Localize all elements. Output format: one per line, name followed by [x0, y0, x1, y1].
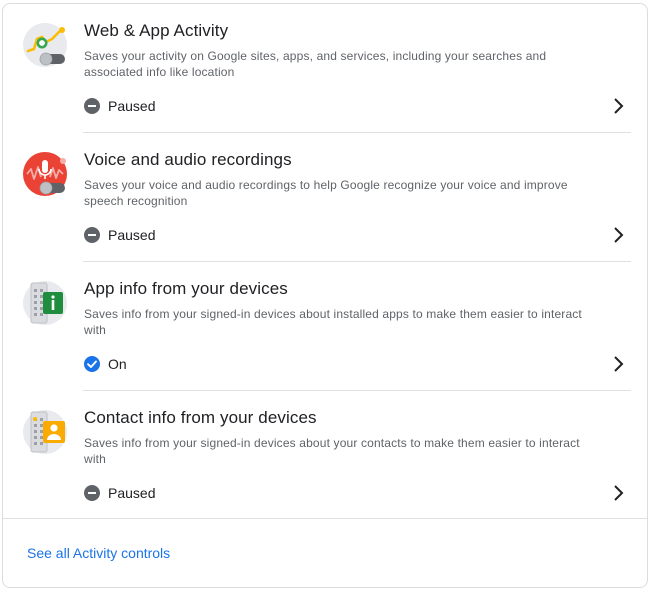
chevron-right-icon[interactable] — [609, 484, 627, 502]
web-app-activity-icon — [23, 23, 69, 69]
paused-icon — [84, 227, 100, 243]
status-indicator: On — [84, 355, 127, 373]
status-indicator: Paused — [84, 97, 155, 115]
voice-audio-icon — [23, 152, 69, 198]
item-title: Voice and audio recordings — [84, 150, 292, 169]
item-title: Web & App Activity — [84, 21, 229, 40]
paused-icon — [84, 485, 100, 501]
activity-item-voice-audio[interactable]: Voice and audio recordings Saves your vo… — [3, 133, 647, 262]
status-label: Paused — [108, 98, 156, 114]
status-indicator: Paused — [84, 484, 155, 502]
item-title: App info from your devices — [84, 279, 288, 298]
item-description: Saves your activity on Google sites, app… — [84, 49, 547, 79]
app-info-icon — [23, 281, 69, 327]
footer-divider — [3, 518, 647, 519]
check-circle-icon — [84, 356, 100, 372]
status-label: Paused — [108, 227, 156, 243]
paused-icon — [84, 98, 100, 114]
activity-item-web-app[interactable]: Web & App Activity Saves your activity o… — [3, 4, 647, 133]
activity-item-contact-info[interactable]: Contact info from your devices Saves inf… — [3, 391, 647, 520]
activity-controls-card: Web & App Activity Saves your activity o… — [2, 3, 648, 588]
item-title: Contact info from your devices — [84, 408, 317, 427]
item-description: Saves info from your signed-in devices a… — [84, 307, 582, 337]
chevron-right-icon[interactable] — [609, 226, 627, 244]
chevron-right-icon[interactable] — [609, 97, 627, 115]
item-description: Saves your voice and audio recordings to… — [84, 178, 568, 208]
status-label: On — [108, 356, 127, 372]
see-all-activity-controls-link[interactable]: See all Activity controls — [27, 545, 170, 561]
contact-info-icon — [23, 410, 69, 456]
status-label: Paused — [108, 485, 156, 501]
activity-item-app-info[interactable]: App info from your devices Saves info fr… — [3, 262, 647, 391]
status-indicator: Paused — [84, 226, 155, 244]
item-description: Saves info from your signed-in devices a… — [84, 436, 580, 466]
chevron-right-icon[interactable] — [609, 355, 627, 373]
